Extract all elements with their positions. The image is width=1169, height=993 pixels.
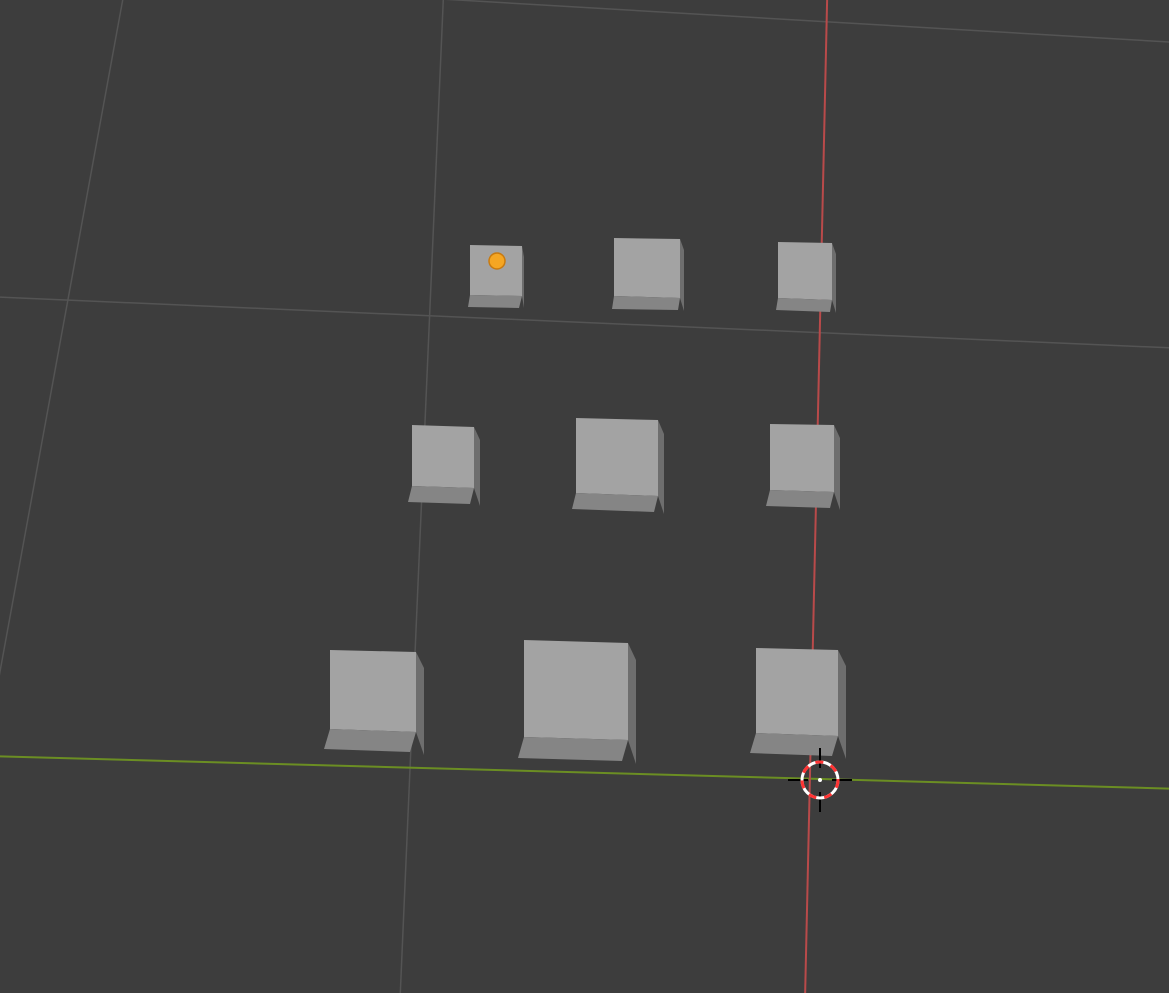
cube-front-left[interactable] (324, 650, 424, 755)
cube-back-center[interactable] (612, 238, 684, 311)
cube-front-right[interactable] (750, 648, 846, 759)
viewport-scene[interactable] (0, 0, 1169, 993)
cube-mid-right[interactable] (766, 424, 840, 510)
cube-mid-center[interactable] (572, 418, 664, 514)
3d-viewport[interactable] (0, 0, 1169, 993)
cube-mid-left[interactable] (408, 425, 480, 506)
cube-back-right[interactable] (776, 242, 836, 313)
object-origin-indicator (489, 253, 505, 269)
cube-front-center[interactable] (518, 640, 636, 764)
